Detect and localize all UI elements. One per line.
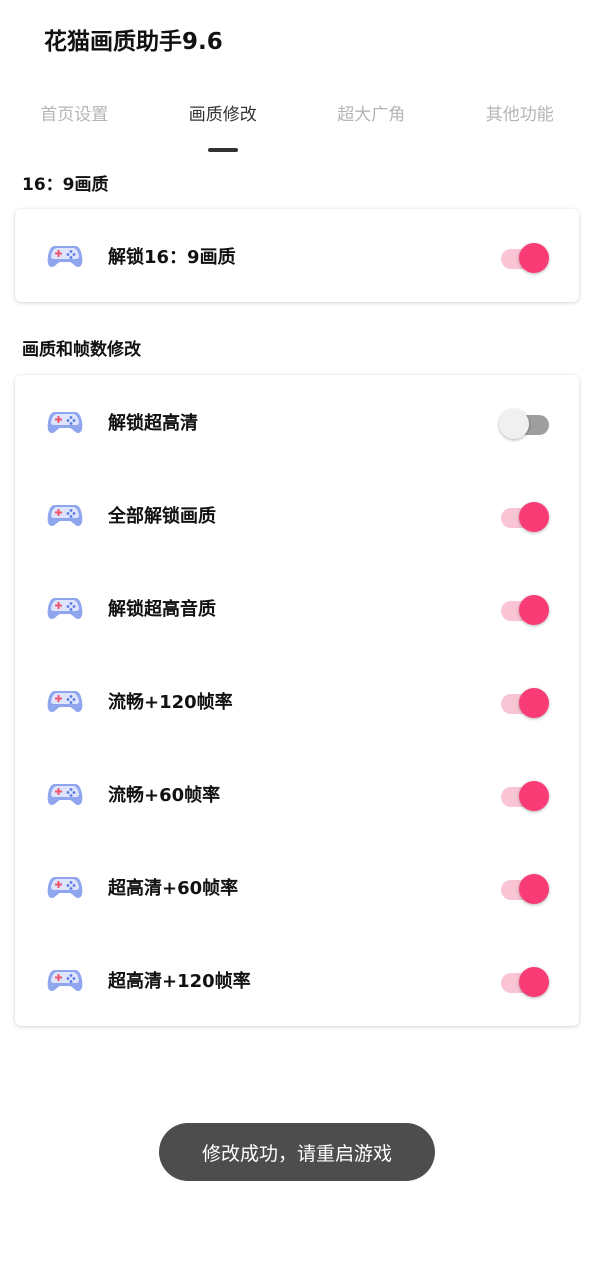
setting-row: 流畅+60帧率 — [15, 747, 579, 840]
settings-card-quality-fps: 解锁超高清 全部解锁画质 解锁超高音质 流畅+120帧率 流畅+60帧率 超高清… — [15, 375, 579, 1026]
gamepad-icon — [47, 245, 83, 267]
toast-message: 修改成功，请重启游戏 — [159, 1123, 435, 1181]
setting-label-unlock-hq-audio: 解锁超高音质 — [108, 598, 216, 620]
toggle-smooth-60fps[interactable] — [499, 778, 551, 811]
setting-row: 全部解锁画质 — [15, 468, 579, 561]
toggle-unlock-ultra-hd[interactable] — [499, 406, 551, 439]
settings-card-16-9: 解锁16：9画质 — [15, 209, 579, 302]
setting-label-smooth-60fps: 流畅+60帧率 — [108, 784, 221, 806]
setting-row: 解锁16：9画质 — [15, 209, 579, 302]
setting-label-uhd-60fps: 超高清+60帧率 — [108, 877, 239, 899]
section-title-quality-fps: 画质和帧数修改 — [22, 340, 141, 360]
toggle-uhd-120fps[interactable] — [499, 964, 551, 997]
setting-row: 超高清+60帧率 — [15, 840, 579, 933]
gamepad-icon — [47, 411, 83, 433]
tab-bar: 首页设置 画质修改 超大广角 其他功能 — [0, 100, 594, 156]
toggle-thumb — [519, 780, 549, 811]
setting-label-uhd-120fps: 超高清+120帧率 — [108, 970, 251, 992]
setting-label-smooth-120fps: 流畅+120帧率 — [108, 691, 233, 713]
gamepad-icon — [47, 597, 83, 619]
setting-label-unlock-16-9: 解锁16：9画质 — [108, 246, 236, 268]
gamepad-icon — [47, 783, 83, 805]
gamepad-icon — [47, 690, 83, 712]
toggle-thumb — [519, 966, 549, 997]
toggle-unlock-hq-audio[interactable] — [499, 592, 551, 625]
toggle-thumb — [519, 873, 549, 904]
tab-home-settings[interactable]: 首页设置 — [0, 100, 149, 156]
toggle-thumb — [499, 408, 529, 439]
tab-wide-angle[interactable]: 超大广角 — [297, 100, 446, 156]
setting-label-unlock-all-quality: 全部解锁画质 — [108, 505, 216, 527]
toggle-thumb — [519, 501, 549, 532]
app-title: 花猫画质助手9.6 — [44, 29, 223, 55]
toggle-thumb — [519, 242, 549, 273]
gamepad-icon — [47, 969, 83, 991]
setting-row: 流畅+120帧率 — [15, 654, 579, 747]
toggle-smooth-120fps[interactable] — [499, 685, 551, 718]
toggle-thumb — [519, 687, 549, 718]
setting-label-unlock-ultra-hd: 解锁超高清 — [108, 412, 198, 434]
tab-other-functions[interactable]: 其他功能 — [446, 100, 594, 156]
active-tab-indicator — [208, 148, 238, 152]
setting-row: 解锁超高清 — [15, 375, 579, 468]
toggle-unlock-16-9[interactable] — [499, 240, 551, 273]
toggle-thumb — [519, 594, 549, 625]
toggle-unlock-all-quality[interactable] — [499, 499, 551, 532]
gamepad-icon — [47, 876, 83, 898]
section-title-16-9: 16：9画质 — [22, 175, 109, 195]
setting-row: 超高清+120帧率 — [15, 933, 579, 1026]
setting-row: 解锁超高音质 — [15, 561, 579, 654]
gamepad-icon — [47, 504, 83, 526]
toggle-uhd-60fps[interactable] — [499, 871, 551, 904]
